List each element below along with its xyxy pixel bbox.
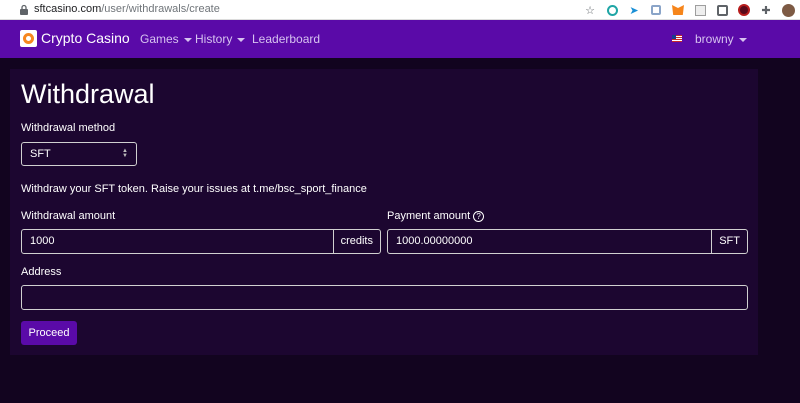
navbar: Crypto Casino Games History Leaderboard …: [0, 20, 800, 58]
method-value: SFT: [30, 148, 51, 160]
nav-leaderboard-label: Leaderboard: [252, 32, 321, 46]
user-name: browny: [695, 32, 734, 46]
payment-label: Payment amount?: [387, 210, 485, 222]
user-menu[interactable]: browny: [695, 32, 747, 46]
payment-value: 1000.00000000: [396, 235, 473, 247]
metamask-icon[interactable]: [670, 2, 686, 18]
payment-unit: SFT: [711, 230, 747, 253]
arrow-icon[interactable]: ➤: [626, 2, 642, 18]
extension-box-icon[interactable]: [692, 2, 708, 18]
chevron-down-icon: [237, 37, 246, 42]
amount-label: Withdrawal amount: [21, 210, 116, 222]
tab-icon[interactable]: [714, 2, 730, 18]
amount-input[interactable]: 1000 credits: [21, 229, 381, 254]
chevron-down-icon: [738, 37, 747, 42]
info-text: Withdraw your SFT token. Raise your issu…: [21, 183, 367, 195]
nav-leaderboard[interactable]: Leaderboard: [252, 32, 320, 46]
browser-address-bar: sftcasino.com/user/withdrawals/create ☆ …: [0, 0, 800, 20]
nav-games-label: Games: [140, 32, 179, 46]
amount-unit: credits: [332, 230, 380, 253]
url-host: sftcasino.com: [34, 3, 102, 15]
payment-input[interactable]: 1000.00000000 SFT: [387, 229, 748, 254]
nav-history-label: History: [195, 32, 233, 46]
method-select[interactable]: SFT ▲ ▼: [21, 142, 137, 166]
select-arrows-icon: ▲ ▼: [122, 148, 128, 159]
help-icon[interactable]: ?: [473, 210, 485, 222]
payment-label-text: Payment amount: [387, 210, 471, 222]
lock-icon[interactable]: [19, 4, 29, 16]
casino-logo-icon[interactable]: [20, 30, 37, 47]
url-field[interactable]: sftcasino.com/user/withdrawals/create: [34, 3, 220, 15]
avatar-icon[interactable]: [780, 2, 796, 18]
star-icon[interactable]: ☆: [582, 2, 598, 18]
address-input[interactable]: [21, 285, 748, 310]
copy-icon[interactable]: [648, 2, 664, 18]
address-label: Address: [21, 266, 62, 278]
chevron-down-icon: [183, 37, 192, 42]
puzzle-icon[interactable]: ✚: [758, 2, 774, 18]
nav-history[interactable]: History: [195, 32, 246, 46]
edge-e-icon[interactable]: [604, 2, 620, 18]
proceed-button[interactable]: Proceed: [21, 321, 77, 345]
method-label: Withdrawal method: [21, 122, 116, 134]
browser-toolbar-icons: ☆ ➤ ✚: [582, 2, 796, 18]
page-title: Withdrawal: [21, 79, 155, 109]
amount-value: 1000: [30, 235, 55, 247]
url-path: /user/withdrawals/create: [101, 3, 220, 15]
profile-icon[interactable]: [736, 2, 752, 18]
brand-name[interactable]: Crypto Casino: [41, 30, 130, 46]
withdrawal-card: Withdrawal Withdrawal method SFT ▲ ▼ With…: [10, 69, 758, 355]
nav-games[interactable]: Games: [140, 32, 192, 46]
us-flag-icon[interactable]: [672, 35, 682, 42]
